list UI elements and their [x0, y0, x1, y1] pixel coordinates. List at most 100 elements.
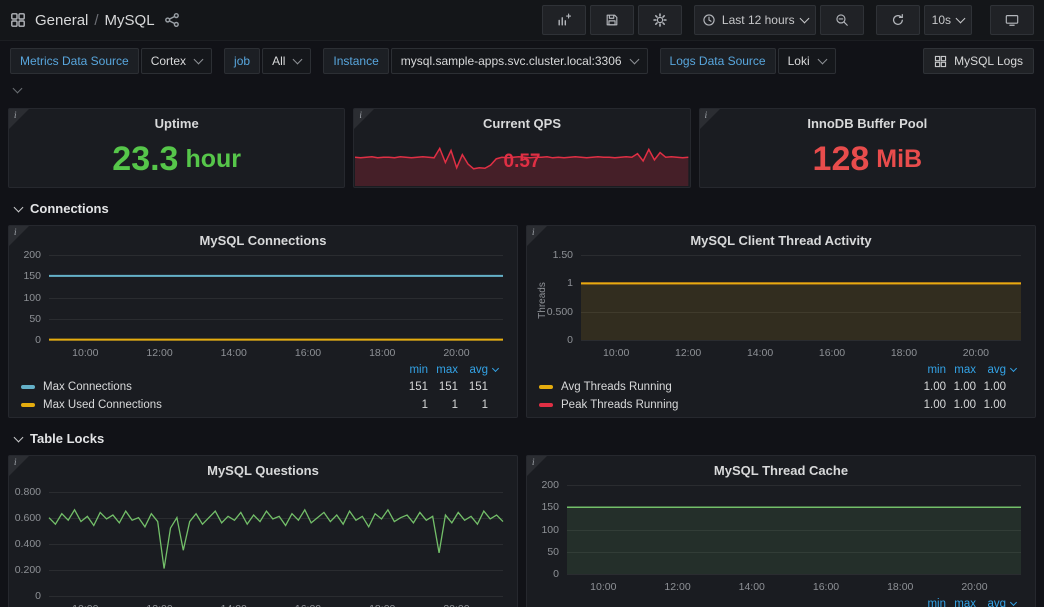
- section-title: Connections: [30, 201, 109, 216]
- chevron-down-icon: [14, 202, 24, 212]
- var-logs-datasource: Logs Data Source Loki: [660, 48, 836, 74]
- breadcrumb-separator: /: [94, 12, 98, 29]
- monitor-icon: [1005, 13, 1019, 27]
- refresh-interval-picker[interactable]: 10s: [924, 5, 972, 35]
- legend-sort-avg[interactable]: avg: [976, 364, 1006, 376]
- section-connections[interactable]: Connections: [8, 188, 1036, 225]
- panel-mysql-client-thread-activity: i MySQL Client Thread Activity Threads 0…: [526, 225, 1036, 418]
- panel-title[interactable]: Current QPS: [354, 109, 689, 131]
- series-name[interactable]: Max Used Connections: [43, 399, 398, 411]
- series-name[interactable]: Avg Threads Running: [561, 381, 916, 393]
- panel-info-corner[interactable]: [9, 109, 29, 129]
- panel-title[interactable]: MySQL Thread Cache: [527, 456, 1035, 478]
- panel-current-qps: i Current QPS 0.57: [353, 108, 690, 188]
- legend-header: min max avg: [21, 361, 505, 378]
- panel-title[interactable]: MySQL Questions: [9, 456, 517, 478]
- y-axis-labels: 050100150200: [533, 485, 563, 574]
- x-axis-labels: 10:0012:0014:0016:0018:0020:00: [49, 344, 503, 358]
- legend-sort-max[interactable]: max: [428, 364, 458, 376]
- refresh-button[interactable]: [876, 5, 920, 35]
- panel-title[interactable]: MySQL Connections: [9, 226, 517, 248]
- panel-title[interactable]: MySQL Client Thread Activity: [527, 226, 1035, 248]
- info-icon: i: [532, 457, 535, 467]
- stat-number: 128: [813, 142, 870, 176]
- navbar-left: General / MySQL: [10, 12, 180, 29]
- kiosk-mode-button[interactable]: [990, 5, 1034, 35]
- sort-caret-icon: [1010, 365, 1017, 372]
- panel-info-corner[interactable]: [9, 456, 29, 476]
- var-instance: Instance mysql.sample-apps.svc.cluster.l…: [323, 48, 647, 74]
- var-metrics-datasource: Metrics Data Source Cortex: [10, 48, 212, 74]
- legend-sort-avg[interactable]: avg: [976, 598, 1006, 607]
- y-axis-labels: 00.50011.50: [547, 255, 577, 340]
- panel-title[interactable]: Uptime: [9, 109, 344, 131]
- breadcrumb-folder[interactable]: General: [35, 12, 88, 29]
- breadcrumb-dashboard[interactable]: MySQL: [105, 12, 155, 29]
- innodb-value: 128 MiB: [700, 131, 1035, 187]
- legend-sort-min[interactable]: min: [398, 364, 428, 376]
- legend-item[interactable]: Avg Threads Running 1.00 1.00 1.00: [539, 378, 1023, 396]
- info-icon: i: [532, 227, 535, 237]
- legend-sort-min[interactable]: min: [916, 598, 946, 607]
- chevron-down-icon: [817, 55, 827, 65]
- row-collapse-toggle[interactable]: [0, 80, 1044, 100]
- time-range-picker[interactable]: Last 12 hours: [694, 5, 816, 35]
- section-table-locks[interactable]: Table Locks: [8, 418, 1036, 455]
- panel-info-corner[interactable]: [527, 226, 547, 246]
- series-name[interactable]: Peak Threads Running: [561, 399, 916, 411]
- add-panel-button[interactable]: [542, 5, 586, 35]
- legend-sort-avg[interactable]: avg: [458, 364, 488, 376]
- legend: min max avg Avg Threads Running 1.00 1.0…: [539, 361, 1023, 414]
- stat-unit: hour: [185, 147, 241, 172]
- var-instance-dropdown[interactable]: mysql.sample-apps.svc.cluster.local:3306: [391, 48, 648, 74]
- info-icon: i: [14, 110, 17, 120]
- panel-info-corner[interactable]: [527, 456, 547, 476]
- var-logs-dropdown[interactable]: Loki: [778, 48, 836, 74]
- legend-sort-max[interactable]: max: [946, 598, 976, 607]
- var-metrics-dropdown[interactable]: Cortex: [141, 48, 212, 74]
- var-job-label: job: [224, 48, 260, 74]
- legend-sort-max[interactable]: max: [946, 364, 976, 376]
- apps-grid-icon[interactable]: [10, 12, 26, 28]
- plot-area[interactable]: [49, 255, 503, 340]
- series-color-swatch: [21, 385, 35, 389]
- refresh-interval-label: 10s: [932, 13, 951, 27]
- var-job-dropdown[interactable]: All: [262, 48, 311, 74]
- series-color-swatch: [539, 403, 553, 407]
- legend: min max avg Max Connections 151 151 151: [21, 361, 505, 414]
- var-metrics-label: Metrics Data Source: [10, 48, 139, 74]
- plot-area[interactable]: [567, 485, 1021, 574]
- dashboard-settings-button[interactable]: [638, 5, 682, 35]
- mysql-logs-button[interactable]: MySQL Logs: [923, 48, 1034, 74]
- save-dashboard-button[interactable]: [590, 5, 634, 35]
- plot-area[interactable]: [581, 255, 1021, 340]
- y-axis-labels: 00.2000.4000.6000.800: [15, 485, 45, 596]
- panel-title[interactable]: InnoDB Buffer Pool: [700, 109, 1035, 131]
- share-icon[interactable]: [164, 12, 180, 28]
- x-axis-labels: 10:0012:0014:0016:0018:0020:00: [567, 578, 1021, 592]
- zoom-out-icon: [835, 13, 849, 27]
- info-icon: i: [705, 110, 708, 120]
- panel-info-corner[interactable]: [700, 109, 720, 129]
- legend-item[interactable]: Max Used Connections 1 1 1: [21, 396, 505, 414]
- clock-icon: [702, 13, 716, 27]
- sort-caret-icon: [1010, 599, 1017, 606]
- panel-info-corner[interactable]: [9, 226, 29, 246]
- series-color-swatch: [21, 403, 35, 407]
- legend-sort-min[interactable]: min: [916, 364, 946, 376]
- table-locks-row: i MySQL Questions 00.2000.4000.6000.800 …: [8, 455, 1036, 607]
- zoom-out-button[interactable]: [820, 5, 864, 35]
- legend-item[interactable]: Max Connections 151 151 151: [21, 378, 505, 396]
- add-panel-icon: [557, 13, 571, 27]
- chevron-down-icon: [14, 432, 24, 442]
- x-axis-labels: 10:0012:0014:0016:0018:0020:00: [581, 344, 1021, 358]
- series-name[interactable]: Max Connections: [43, 381, 398, 393]
- plot-area[interactable]: [49, 485, 503, 596]
- template-variables-row: Metrics Data Source Cortex job All Insta…: [0, 41, 1044, 80]
- legend-item[interactable]: Peak Threads Running 1.00 1.00 1.00: [539, 396, 1023, 414]
- chevron-down-icon: [13, 84, 23, 94]
- dashboard-grid: i Uptime 23.3 hour i Current QPS 0.57 i: [0, 108, 1044, 607]
- panel-info-corner[interactable]: [354, 109, 374, 129]
- var-instance-label: Instance: [323, 48, 388, 74]
- stat-number: 0.57: [354, 151, 689, 173]
